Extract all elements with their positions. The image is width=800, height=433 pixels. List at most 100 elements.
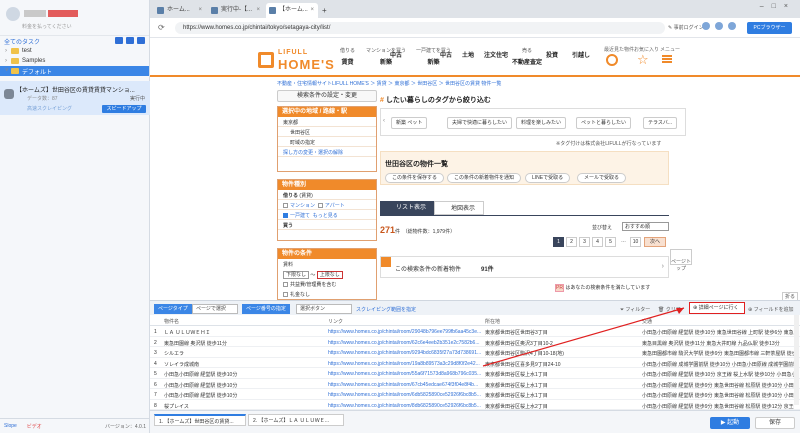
table-row[interactable]: 2 東急田園線 奥沢駅 徒歩11分 https://www.homes.co.jp/…	[150, 337, 800, 347]
cell-access[interactable]: 小田急小田原線 経堂駅 徒歩10分 東急世田谷線 上町駅 徒歩6分 東急田園都市…	[642, 329, 794, 336]
import-icon[interactable]	[126, 36, 134, 44]
nav-menu[interactable]: メニュー	[660, 46, 680, 53]
nav-item[interactable]: 注文住宅	[484, 47, 508, 59]
clear-button[interactable]: 🗑 クリア	[658, 306, 681, 313]
row-number[interactable]: 6	[154, 382, 163, 388]
cell-access[interactable]: 小田急小田原線 経堂駅 徒歩9分 東急世田谷線 松原駅 徒歩12分 京王線 桜.…	[642, 403, 794, 410]
cell-link[interactable]: https://www.homes.co.jp/chintai/room/929…	[328, 350, 483, 356]
cell-name[interactable]: ＬＡ ＵＬＵＷＥＨＩ	[164, 329, 324, 336]
cell-address[interactable]: 東京都世田谷区桜上水1丁目	[485, 371, 640, 378]
cell-name[interactable]: 小田急小田原線 経堂駅 徒歩10分	[164, 371, 324, 378]
cell-access[interactable]: 東急田園都市線 駒沢大学駅 徒歩9分 東急田園都市線 三軒茶屋駅 徒歩...	[642, 350, 794, 357]
menu-icon[interactable]	[662, 55, 672, 63]
breadcrumb[interactable]: 不動産・住宅情報サイトLIFULL HOME'S ＞ 賃貸 ＞ 東京都 ＞ 世田…	[277, 80, 501, 87]
browser-tab-3[interactable]: 【ホーム... ×	[266, 3, 318, 18]
task-item[interactable]: 【ホームズ】世田谷区の賃貸賃貸マンショ... データ数：87 実行中 高速スクレ…	[0, 81, 150, 115]
tag-chip[interactable]: テラスバ...	[643, 117, 678, 129]
cell-access[interactable]: 東急目黒線 奥沢駅 徒歩11分 東急大井町線 九品仏駅 徒歩13分	[642, 340, 794, 347]
window-controls[interactable]: –□×	[760, 3, 796, 10]
add-field-button[interactable]: ⊕ フィールドを追加	[748, 306, 794, 313]
col-header-address[interactable]: 所在地	[485, 318, 500, 325]
nav-item[interactable]: 土地	[462, 47, 474, 59]
table-scrollbar[interactable]	[794, 315, 799, 405]
settings-icon[interactable]	[715, 22, 723, 30]
new-task-icon[interactable]	[115, 36, 123, 44]
table-row[interactable]: 1 ＬＡ ＵＬＵＷＥＨＩ https://www.homes.co.jp/chint…	[150, 326, 800, 337]
folder-samples[interactable]: › Samples	[0, 56, 149, 66]
tag-chip[interactable]: 夫婦で快適に暮らしたい	[447, 117, 513, 129]
cell-address[interactable]: 東京都世田谷区奥沢3丁目10-2	[485, 340, 640, 347]
row-number[interactable]: 8	[154, 403, 163, 409]
fold-button[interactable]: 折る	[781, 292, 798, 300]
page-current[interactable]: 1	[553, 237, 564, 247]
line-button[interactable]: LINEで受取る	[525, 173, 571, 183]
cell-name[interactable]: 小田急小田原線 経堂駅 徒歩10分	[164, 382, 324, 389]
table-row[interactable]: 5 小田急小田原線 経堂駅 徒歩10分 https://www.homes.co.j…	[150, 368, 800, 379]
rent-max-select[interactable]: 上限なし	[316, 271, 343, 279]
row-number[interactable]: 2	[154, 340, 163, 346]
table-row[interactable]: 7 小田急小田原線 経堂駅 徒歩10分 https://www.homes.co.j…	[150, 389, 800, 400]
cell-name[interactable]: シルエラ	[164, 350, 324, 357]
history-icon[interactable]	[606, 54, 618, 66]
new-listings-box[interactable]: この検索条件の新着物件 91件 ›	[380, 256, 669, 278]
apart-checkbox[interactable]	[317, 203, 323, 209]
reload-icon[interactable]: ⟳	[158, 23, 165, 32]
nav-item[interactable]: 中古	[390, 47, 402, 59]
col-header-access[interactable]: 交通	[642, 318, 652, 325]
nav-item[interactable]: 投資	[546, 47, 558, 59]
tag-chip[interactable]: ペットと暮らしたい	[576, 117, 632, 129]
start-button[interactable]: ▶ 起動	[710, 417, 750, 429]
browser-tab-2[interactable]: 実行中-【... ×	[208, 3, 264, 18]
close-icon[interactable]: ×	[256, 3, 260, 18]
close-icon[interactable]: ×	[198, 3, 202, 18]
cell-name[interactable]: 東急田園線 奥沢駅 徒歩11分	[164, 340, 324, 347]
browser-tab-1[interactable]: ホーム... ×	[154, 3, 206, 18]
page-type-select[interactable]: ページで選択	[192, 304, 238, 314]
notify-button[interactable]: この条件の新着物件を通知	[447, 173, 522, 183]
cell-address[interactable]: 東京都世田谷区桜上水1丁目	[485, 382, 640, 389]
page-link[interactable]: 5	[605, 237, 616, 247]
page-link[interactable]: 2	[566, 237, 577, 247]
logo-main[interactable]: HOME'S	[278, 57, 335, 72]
cell-link[interactable]: https://www.homes.co.jp/chintai/room/67c…	[328, 382, 483, 388]
cell-name[interactable]: 小田急小田原線 経堂駅 徒歩10分	[164, 392, 324, 399]
sort-select[interactable]: おすすめ順	[622, 222, 669, 231]
cell-name[interactable]: ソレイラ成城南	[164, 361, 324, 368]
area-change-link[interactable]: 探し方の変更・選択の解除	[278, 147, 376, 157]
pre-login-option[interactable]: ✎ 事前ログイン	[668, 24, 704, 31]
status-link[interactable]: Slope	[4, 423, 17, 429]
avatar[interactable]	[6, 6, 20, 21]
cell-access[interactable]: 小田急小田原線 成城学園前駅 徒歩10分 小田急小田原線 成城学園前駅...	[642, 361, 794, 368]
speedup-button[interactable]: スピードアップ	[102, 105, 146, 113]
fee-checkbox[interactable]	[283, 282, 288, 288]
area-town[interactable]: 町域の指定	[278, 137, 376, 147]
row-number[interactable]: 3	[154, 350, 163, 356]
row-number[interactable]: 7	[154, 392, 163, 398]
logo-top[interactable]: LIFULL	[278, 49, 308, 56]
cell-address[interactable]: 東京都世田谷区世田谷3丁目	[485, 329, 640, 336]
table-row[interactable]: 3 シルエラ https://www.homes.co.jp/chintai/roo…	[150, 347, 800, 358]
save-button[interactable]: 保存	[755, 417, 795, 429]
scroll-range-link[interactable]: スクレイピング範囲を指定	[356, 306, 416, 313]
tab-map-view[interactable]: 地図表示	[434, 201, 485, 215]
cell-address[interactable]: 東京都世田谷区桜上水1丁目	[485, 392, 640, 399]
close-icon[interactable]: ×	[310, 3, 314, 18]
cell-address[interactable]: 東京都世田谷区喜多見9丁目24-10	[485, 361, 640, 368]
tab-list-view[interactable]: リスト表示	[380, 201, 435, 215]
new-tab-button[interactable]: +	[320, 3, 327, 18]
cell-access[interactable]: 小田急小田原線 経堂駅 徒歩9分 東急世田谷線 松原駅 徒歩10分 小田急小田.…	[642, 392, 794, 399]
save-cond-button[interactable]: この条件を保存する	[385, 173, 445, 183]
col-header-link[interactable]: リンク	[328, 318, 343, 325]
col-header-name[interactable]: 物件名	[164, 318, 179, 325]
mansion-checkbox[interactable]	[283, 203, 288, 209]
nokey-checkbox[interactable]	[283, 292, 288, 298]
house-checkbox[interactable]	[283, 213, 288, 219]
homes-logo-icon[interactable]	[258, 52, 274, 68]
url-input[interactable]: https://www.homes.co.jp/chintai/tokyo/se…	[175, 22, 665, 34]
page-num-select[interactable]: 選択ボタン	[296, 304, 352, 314]
row-number[interactable]: 4	[154, 361, 163, 367]
extension-icon[interactable]	[702, 22, 710, 30]
go-detail-page-button[interactable]: ⊕ 詳細ページに行く	[689, 302, 745, 314]
payment-caption[interactable]: 料金を払ってください	[0, 23, 149, 30]
more-link[interactable]: もっと見る	[313, 213, 338, 219]
